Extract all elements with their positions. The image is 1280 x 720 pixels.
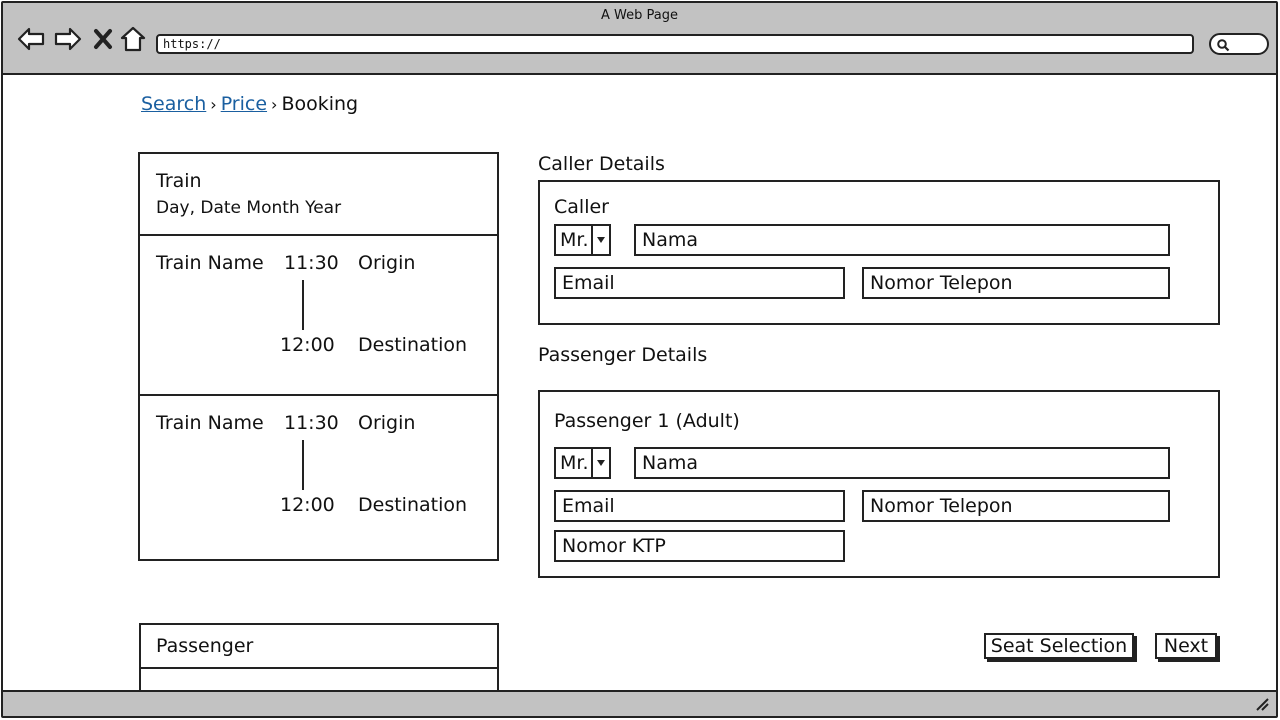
back-arrow-icon[interactable] xyxy=(16,25,46,53)
caller-name-input[interactable]: Nama xyxy=(634,224,1170,256)
passenger-summary-header: Passenger xyxy=(141,625,497,669)
caller-details-form: Caller Mr. Nama Email Nomor Telepon xyxy=(538,180,1220,325)
passenger-title-select[interactable]: Mr. xyxy=(554,447,611,479)
train-name: Train Name xyxy=(156,412,264,434)
breadcrumb-price-link[interactable]: Price xyxy=(221,93,267,115)
passenger-summary-panel: Passenger xyxy=(139,623,499,693)
passenger-1-label: Passenger 1 (Adult) xyxy=(554,410,740,432)
passenger-email-input[interactable]: Email xyxy=(554,490,845,522)
chevron-down-icon xyxy=(591,449,609,477)
breadcrumb-separator: › xyxy=(210,95,217,114)
close-icon[interactable] xyxy=(91,25,115,53)
browser-toolbar: A Web Page https:// xyxy=(3,3,1276,75)
next-button[interactable]: Next xyxy=(1155,633,1217,659)
train-name: Train Name xyxy=(156,252,264,274)
caller-title-select[interactable]: Mr. xyxy=(554,224,611,256)
departure-time: 11:30 xyxy=(284,252,339,274)
passenger-phone-input[interactable]: Nomor Telepon xyxy=(862,490,1170,522)
train-trip-row: Train Name 11:30 12:00 Origin Destinatio… xyxy=(140,396,497,556)
destination-station: Destination xyxy=(358,494,468,516)
arrival-time: 12:00 xyxy=(280,334,335,356)
status-bar xyxy=(3,690,1276,716)
caller-email-input[interactable]: Email xyxy=(554,267,845,299)
home-icon[interactable] xyxy=(119,25,147,53)
breadcrumb-current: Booking xyxy=(281,93,359,115)
train-summary-header: Train Day, Date Month Year xyxy=(140,154,497,236)
passenger-title-value: Mr. xyxy=(560,452,589,474)
journey-line xyxy=(302,440,304,490)
origin-station: Origin xyxy=(358,252,416,274)
search-icon xyxy=(1217,39,1230,52)
passenger-details-heading: Passenger Details xyxy=(538,344,708,366)
caller-title-value: Mr. xyxy=(560,229,589,251)
forward-arrow-icon[interactable] xyxy=(53,25,83,53)
train-trip-row: Train Name 11:30 12:00 Origin Destinatio… xyxy=(140,236,497,396)
journey-line xyxy=(302,280,304,330)
breadcrumb-search-link[interactable]: Search xyxy=(141,93,206,115)
chevron-down-icon xyxy=(591,226,609,254)
browser-window: A Web Page https:// Search › Price › Booking… xyxy=(1,1,1278,718)
breadcrumb: Search › Price › Booking xyxy=(141,93,358,115)
train-summary-title: Train xyxy=(156,170,202,192)
passenger-name-input[interactable]: Nama xyxy=(634,447,1170,479)
passenger-summary-title: Passenger xyxy=(156,635,254,657)
url-input[interactable]: https:// xyxy=(156,34,1194,54)
search-field[interactable] xyxy=(1209,33,1269,55)
passenger-details-form: Passenger 1 (Adult) Mr. Nama Email Nomor… xyxy=(538,390,1220,578)
breadcrumb-separator: › xyxy=(271,95,278,114)
train-summary-panel: Train Day, Date Month Year Train Name 11… xyxy=(138,152,499,561)
seat-selection-button[interactable]: Seat Selection xyxy=(984,633,1134,659)
caller-details-heading: Caller Details xyxy=(538,153,665,175)
departure-time: 11:30 xyxy=(284,412,339,434)
passenger-ktp-input[interactable]: Nomor KTP xyxy=(554,530,845,562)
destination-station: Destination xyxy=(358,334,468,356)
arrival-time: 12:00 xyxy=(280,494,335,516)
caller-label: Caller xyxy=(554,196,609,218)
caller-phone-input[interactable]: Nomor Telepon xyxy=(862,267,1170,299)
origin-station: Origin xyxy=(358,412,416,434)
resize-grip-icon[interactable] xyxy=(1254,696,1270,712)
window-title: A Web Page xyxy=(601,8,678,23)
train-summary-date: Day, Date Month Year xyxy=(156,198,342,218)
